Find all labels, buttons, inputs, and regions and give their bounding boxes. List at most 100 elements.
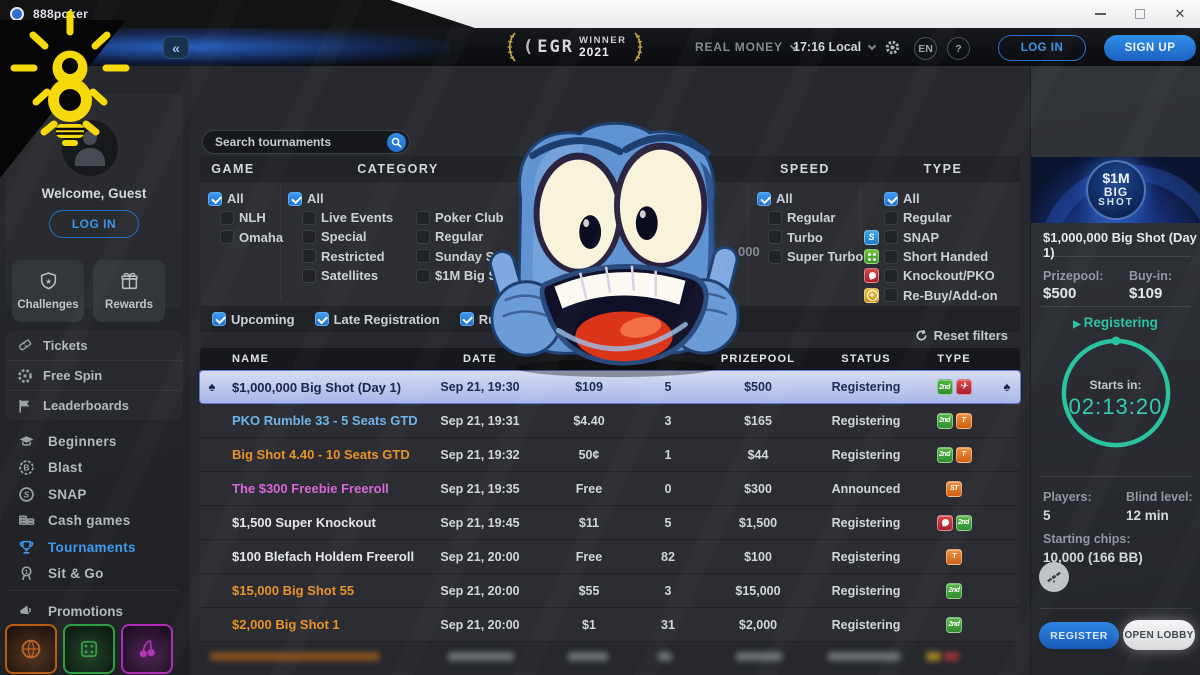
search-icon[interactable] bbox=[387, 133, 406, 152]
register-button[interactable]: REGISTER bbox=[1039, 622, 1119, 649]
open-lobby-button[interactable]: OPEN LOBBY bbox=[1123, 620, 1195, 650]
filter-category-all[interactable]: All bbox=[288, 189, 324, 208]
checkbox[interactable] bbox=[416, 249, 430, 263]
sidebar-item-beginners[interactable]: Beginners bbox=[0, 428, 190, 455]
checkbox[interactable] bbox=[884, 288, 898, 302]
tournament-date: Sep 21, 19:45 bbox=[420, 516, 540, 530]
maximize-button[interactable] bbox=[1120, 0, 1160, 28]
table-row[interactable]: ♠ $2,000 Big Shot 1 Sep 21, 20:00 $1 31 … bbox=[200, 608, 1020, 642]
filter-option[interactable]: Short Handed bbox=[864, 247, 998, 266]
checkbox[interactable] bbox=[460, 312, 474, 326]
checkbox[interactable] bbox=[768, 250, 782, 264]
checkbox[interactable] bbox=[768, 230, 782, 244]
settings-gear-icon[interactable] bbox=[884, 39, 901, 61]
partially-visible-blurred-row[interactable] bbox=[200, 642, 1020, 672]
table-row[interactable]: ♠ $100 Blefach Holdem Freeroll Sep 21, 2… bbox=[200, 540, 1020, 574]
favorite-cell[interactable]: ♠ bbox=[200, 514, 224, 532]
table-row[interactable]: ♠ $15,000 Big Shot 55 Sep 21, 20:00 $55 … bbox=[200, 574, 1020, 608]
checkbox[interactable] bbox=[884, 230, 898, 244]
filter-option[interactable]: Regular bbox=[864, 208, 998, 227]
money-mode-dropdown[interactable]: REAL MONEY bbox=[695, 40, 797, 54]
checkbox[interactable] bbox=[220, 211, 234, 225]
big-shot-banner[interactable]: $1M BIG SHOT bbox=[1031, 157, 1200, 223]
favorite-cell[interactable]: ♠ bbox=[200, 446, 224, 464]
filter-type-items: Regular SNAP Short Handed Knockout/PKO bbox=[864, 208, 998, 304]
checkbox[interactable] bbox=[884, 211, 898, 225]
checkbox[interactable] bbox=[302, 249, 316, 263]
checkbox[interactable] bbox=[212, 312, 226, 326]
status-filter-option[interactable]: Late Registration bbox=[315, 306, 440, 332]
favorite-cell[interactable]: ♠ bbox=[200, 548, 224, 566]
local-time-dropdown[interactable]: 17:16 Local bbox=[793, 40, 875, 54]
favorite-cell[interactable]: ♠ bbox=[200, 412, 224, 430]
filter-option[interactable]: Special bbox=[302, 227, 393, 246]
sidebar-item-sit-and-go[interactable]: 1 Sit & Go bbox=[0, 561, 190, 588]
sidebar-item-blast[interactable]: B Blast bbox=[0, 455, 190, 482]
sidebar-item-cash-games[interactable]: Cash games bbox=[0, 508, 190, 535]
filter-option[interactable]: Re-Buy/Add-on bbox=[864, 285, 998, 304]
filter-option[interactable]: Knockout/PKO bbox=[864, 266, 998, 285]
casino-tile-dice[interactable] bbox=[63, 624, 115, 674]
filter-option[interactable]: SNAP bbox=[864, 228, 998, 247]
rewards-card[interactable]: Rewards bbox=[93, 260, 165, 322]
table-header-status[interactable]: STATUS bbox=[818, 353, 914, 365]
favorite-cell[interactable]: ♠ bbox=[200, 616, 224, 634]
satellite-icon[interactable] bbox=[1039, 562, 1069, 592]
checkbox[interactable] bbox=[315, 312, 329, 326]
table-header-name[interactable]: NAME bbox=[224, 353, 420, 365]
checkbox[interactable] bbox=[208, 192, 222, 206]
sidebar-item-promotions[interactable]: Promotions bbox=[0, 598, 190, 624]
table-row[interactable]: ♠ The $300 Freebie Freeroll Sep 21, 19:3… bbox=[200, 472, 1020, 506]
table-row[interactable]: ♠ $1,500 Super Knockout Sep 21, 19:45 $1… bbox=[200, 506, 1020, 540]
filter-speed-all[interactable]: All bbox=[757, 189, 863, 208]
close-button[interactable] bbox=[1160, 0, 1200, 28]
checkbox[interactable] bbox=[302, 211, 316, 225]
checkbox[interactable] bbox=[768, 211, 782, 225]
help-button[interactable]: ? bbox=[947, 37, 970, 60]
casino-tile-cherries[interactable] bbox=[121, 624, 173, 674]
checkbox[interactable] bbox=[220, 230, 234, 244]
filter-option[interactable]: Restricted bbox=[302, 247, 393, 266]
challenges-card[interactable]: ★ Challenges bbox=[12, 260, 84, 322]
sidebar-item-snap[interactable]: S SNAP bbox=[0, 481, 190, 508]
sidebar-item-free-spin[interactable]: Free Spin bbox=[5, 360, 183, 390]
checkbox[interactable] bbox=[302, 269, 316, 283]
favorite-cell[interactable]: ♠ bbox=[200, 480, 224, 498]
favorite-cell[interactable]: ♠ bbox=[200, 378, 224, 396]
checkbox[interactable] bbox=[884, 269, 898, 283]
checkbox[interactable] bbox=[416, 269, 430, 283]
table-row[interactable]: ♠ Big Shot 4.40 - 10 Seats GTD Sep 21, 1… bbox=[200, 438, 1020, 472]
checkbox[interactable] bbox=[288, 192, 302, 206]
checkbox[interactable] bbox=[884, 250, 898, 264]
minimize-button[interactable] bbox=[1080, 0, 1120, 28]
signup-button[interactable]: SIGN UP bbox=[1104, 35, 1196, 61]
checkbox[interactable] bbox=[302, 230, 316, 244]
sidebar-item-tickets[interactable]: Tickets bbox=[5, 330, 183, 360]
checkbox[interactable] bbox=[757, 192, 771, 206]
sidebar-item-leaderboards[interactable]: Leaderboards bbox=[5, 390, 183, 420]
search-input[interactable] bbox=[215, 135, 387, 149]
table-row[interactable]: ♠ PKO Rumble 33 - 5 Seats GTD Sep 21, 19… bbox=[200, 404, 1020, 438]
checkbox[interactable] bbox=[884, 192, 898, 206]
checkbox[interactable] bbox=[416, 211, 430, 225]
tournament-buyin: $11 bbox=[540, 516, 638, 530]
filter-option[interactable]: Regular bbox=[768, 208, 863, 227]
favorite-cell[interactable]: ♠ bbox=[200, 582, 224, 600]
filter-option[interactable]: NLH bbox=[220, 208, 283, 227]
filter-option[interactable]: Omaha bbox=[220, 228, 283, 247]
reset-filters-button[interactable]: Reset filters bbox=[915, 328, 1008, 343]
filter-option[interactable]: Live Events bbox=[302, 208, 393, 227]
table-header-type[interactable]: TYPE bbox=[914, 353, 994, 365]
casino-tile-ball[interactable] bbox=[5, 624, 57, 674]
sidebar-item-tournaments[interactable]: Tournaments bbox=[0, 534, 190, 561]
checkbox[interactable] bbox=[416, 230, 430, 244]
filter-game-all[interactable]: All bbox=[208, 189, 283, 208]
titlebar: 888poker bbox=[0, 0, 1200, 28]
filter-type-all[interactable]: All bbox=[864, 189, 998, 208]
filter-option[interactable]: Turbo bbox=[768, 228, 863, 247]
filter-option[interactable]: Satellites bbox=[302, 266, 393, 285]
login-button[interactable]: LOG IN bbox=[998, 35, 1086, 61]
status-filter-option[interactable]: Upcoming bbox=[212, 306, 295, 332]
language-button[interactable]: EN bbox=[914, 37, 937, 60]
filter-option[interactable]: Super Turbo bbox=[768, 247, 863, 266]
